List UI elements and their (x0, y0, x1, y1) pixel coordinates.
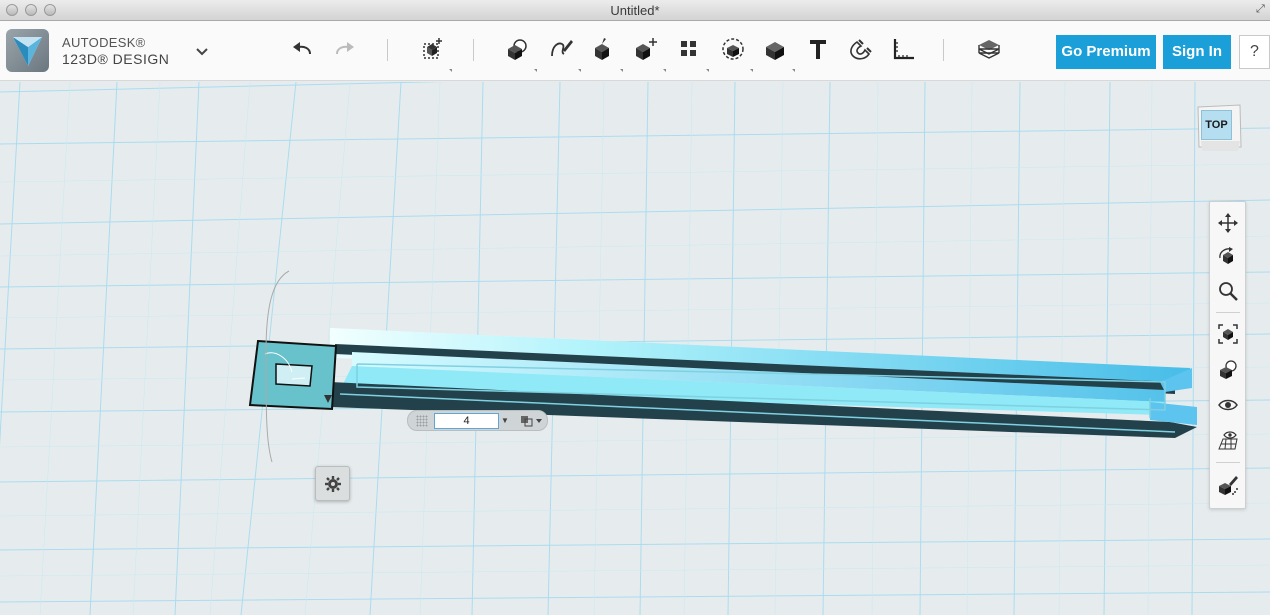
material-preview-icon[interactable] (1214, 471, 1242, 499)
toolbar-separator (943, 39, 944, 61)
main-toolbar: AUTODESK® 123D® DESIGN Go Premium Sign I… (0, 21, 1270, 81)
selected-sketch-profile[interactable] (248, 339, 338, 411)
help-button[interactable]: ? (1239, 35, 1270, 69)
extrude-distance-input[interactable]: 4 (434, 413, 499, 429)
modify-icon[interactable] (629, 31, 663, 67)
3d-scene[interactable] (0, 82, 1270, 615)
gear-icon (324, 475, 341, 492)
transform-icon[interactable] (415, 31, 449, 67)
window-title: Untitled* (610, 3, 660, 18)
material-icon[interactable] (972, 31, 1006, 67)
text-icon[interactable] (801, 31, 835, 67)
extrude-distance-control: 4 ▼ (407, 410, 548, 431)
primitives-menu-indicator (534, 69, 537, 72)
combine-icon[interactable] (758, 31, 792, 67)
sketch-menu-indicator (578, 69, 581, 72)
primitives-icon[interactable] (500, 31, 534, 67)
nav-separator (1216, 312, 1240, 313)
grid-visibility-icon[interactable] (1214, 426, 1242, 454)
extrude-mode-dropdown[interactable] (518, 413, 544, 429)
visibility-icon[interactable] (1214, 391, 1242, 419)
app-logo[interactable] (6, 29, 49, 72)
view-cube-top-face[interactable]: TOP (1201, 110, 1232, 140)
fit-icon[interactable] (1214, 320, 1242, 348)
construct-icon[interactable] (586, 31, 620, 67)
pan-icon[interactable] (1214, 209, 1242, 237)
dropdown-arrow-icon[interactable]: ▼ (501, 415, 509, 427)
go-premium-button[interactable]: Go Premium (1056, 35, 1156, 69)
view-mode-icon[interactable] (1214, 356, 1242, 384)
view-cube[interactable]: TOP (1196, 101, 1243, 151)
fullscreen-icon[interactable]: ⤢ (1256, 4, 1266, 16)
3d-viewport[interactable]: 4 ▼ (0, 82, 1270, 615)
construct-menu-indicator (620, 69, 623, 72)
brand-line-2: 123D® DESIGN (62, 51, 170, 67)
pattern-menu-indicator (706, 69, 709, 72)
sign-in-button[interactable]: Sign In (1163, 35, 1231, 69)
snap-icon[interactable] (843, 31, 877, 67)
toolbar-separator (387, 39, 388, 61)
pattern-icon[interactable] (672, 31, 706, 67)
nav-separator (1216, 462, 1240, 463)
toolbar-separator (473, 39, 474, 61)
settings-gear-button[interactable] (315, 466, 350, 501)
window-titlebar: Untitled* ⤢ (0, 0, 1270, 21)
brand-line-1: AUTODESK® (62, 35, 146, 50)
orbit-icon[interactable] (1214, 243, 1242, 271)
grouping-menu-indicator (750, 69, 753, 72)
app-menu-chevron-icon[interactable] (193, 41, 211, 61)
measure-icon[interactable] (886, 31, 920, 67)
drag-grip-icon[interactable] (416, 415, 428, 427)
transform-menu-indicator (449, 69, 452, 72)
undo-icon[interactable] (286, 31, 320, 67)
grouping-icon[interactable] (716, 31, 750, 67)
navigation-bar (1209, 201, 1246, 509)
redo-icon[interactable] (327, 31, 361, 67)
sketch-icon[interactable] (544, 31, 578, 67)
modify-menu-indicator (663, 69, 666, 72)
combine-menu-indicator (792, 69, 795, 72)
zoom-icon[interactable] (1214, 277, 1242, 305)
